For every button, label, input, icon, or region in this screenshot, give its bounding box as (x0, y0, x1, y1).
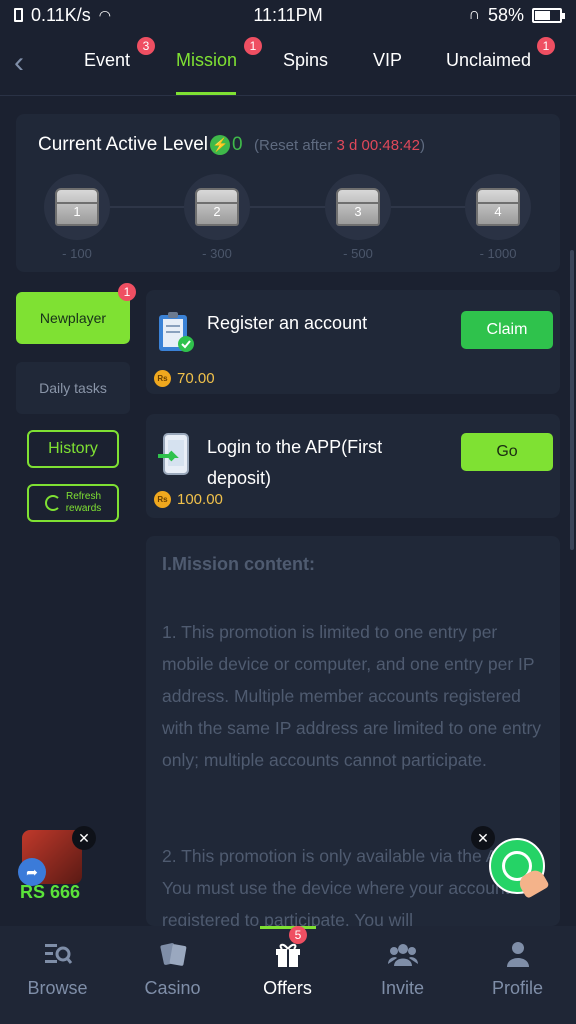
go-button[interactable]: Go (461, 433, 553, 471)
nav-label: Invite (380, 978, 425, 998)
battery-icon (532, 7, 565, 23)
nav-browse[interactable]: Browse (0, 926, 115, 1024)
tab-label: VIP (373, 50, 403, 70)
nav-offers[interactable]: Offers (230, 926, 345, 1024)
nav-label: Profile (491, 978, 544, 998)
sim-icon (14, 8, 23, 22)
nav-label: Casino (144, 978, 201, 998)
tab-unclaimed[interactable]: Unclaimed (446, 50, 531, 71)
offers-badge: 5 (289, 926, 307, 944)
refresh-label-line2: rewards (65, 503, 102, 514)
task-title: Register an account (207, 313, 368, 333)
refresh-rewards-button[interactable]: Refresh rewards (27, 484, 119, 522)
task-reward: Rs 100.00 (154, 491, 223, 508)
nav-casino[interactable]: Casino (115, 926, 230, 1024)
wifi-icon: ◠ (98, 6, 111, 23)
browse-icon (44, 944, 72, 964)
chest-level-3[interactable]: 3 (325, 174, 391, 240)
tab-vip[interactable]: VIP (373, 50, 402, 71)
tab-event-badge: 3 (137, 37, 155, 55)
reset-suffix: ) (419, 137, 425, 154)
task-title: Login to the APP(First deposit) (207, 437, 383, 488)
tab-mission[interactable]: Mission (176, 50, 237, 71)
chest-icon: 4 (476, 188, 520, 226)
chest-points: - 1000 (479, 246, 517, 261)
nav-profile[interactable]: Profile (460, 926, 575, 1024)
reward-amount: 100.00 (177, 491, 223, 508)
task-register: Register an account Rs 70.00 Claim (146, 290, 560, 394)
level-count: 0 (232, 134, 243, 155)
tab-label: Unclaimed (446, 50, 532, 70)
chest-points: - 300 (202, 246, 232, 261)
chest-icon: 1 (55, 188, 99, 226)
task-login-app: Login to the APP(First deposit) Rs 100.0… (146, 414, 560, 518)
mission-heading: I.Mission content: (162, 554, 315, 574)
newplayer-badge: 1 (118, 283, 136, 301)
scrollbar[interactable] (570, 250, 574, 550)
active-level-panel: Current Active Level ⚡ 0 (Reset after 3 d … (16, 114, 560, 272)
whatsapp-close-icon[interactable]: ✕ (471, 826, 495, 850)
chest-level-2[interactable]: 2 (184, 174, 250, 240)
tab-mission-badge: 1 (244, 37, 262, 55)
daily-tasks-button[interactable]: Daily tasks (16, 362, 130, 414)
level-progress-line (92, 206, 512, 208)
chest-icon: 2 (195, 188, 239, 226)
bottom-nav: Browse Casino Offers 5 Invite Profile (0, 926, 576, 1024)
battery-percent: 58% (487, 4, 524, 25)
casino-icon (159, 943, 186, 966)
tab-label: Mission (176, 50, 238, 70)
headset-icon: ∩ (468, 6, 480, 23)
chest-points: - 500 (343, 246, 373, 261)
tab-event[interactable]: Event (84, 50, 130, 71)
active-tab-indicator (176, 92, 236, 95)
claim-button[interactable]: Claim (461, 311, 553, 349)
nav-invite[interactable]: Invite (345, 926, 460, 1024)
status-bar: 0.11K/s ◠ 11:11PM ∩ 58% (0, 0, 576, 30)
promo-close-icon[interactable]: ✕ (72, 826, 96, 850)
refresh-label-line1: Refresh (65, 491, 101, 502)
clock: 11:11PM (253, 4, 323, 25)
top-nav: ‹ Event 3 Mission 1 Spins VIP Unclaimed … (0, 30, 576, 96)
refresh-icon (44, 495, 61, 511)
rupee-coin-icon: Rs (154, 491, 171, 508)
tab-unclaimed-badge: 1 (537, 37, 555, 55)
chest-icon: 3 (336, 188, 380, 226)
tab-spins[interactable]: Spins (283, 50, 328, 71)
reset-time: 3 d 00:48:42 (336, 137, 420, 154)
chest-level-4[interactable]: 4 (465, 174, 531, 240)
nav-label: Browse (27, 978, 88, 998)
tab-label: Spins (283, 50, 329, 70)
newplayer-button[interactable]: Newplayer (16, 292, 130, 344)
promo-text: RS 666 (20, 882, 81, 902)
reset-prefix: (Reset after (254, 137, 337, 154)
level-title: Current Active Level ⚡ 0 (38, 134, 243, 156)
network-speed: 0.11K/s (31, 4, 91, 25)
chest-points: - 100 (62, 246, 92, 261)
rupee-coin-icon: Rs (154, 370, 171, 387)
reward-amount: 70.00 (177, 370, 215, 387)
nav-label: Offers (263, 978, 312, 998)
invite-icon (387, 944, 418, 966)
profile-icon (506, 942, 529, 967)
reset-timer: (Reset after 3 d 00:48:42) (254, 137, 425, 154)
mission-rule-1: 1. This promotion is limited to one entr… (162, 622, 542, 770)
back-icon[interactable]: ‹ (14, 48, 38, 78)
level-title-text: Current Active Level (38, 134, 209, 155)
clipboard-icon (159, 312, 194, 352)
task-reward: Rs 70.00 (154, 370, 215, 387)
history-button[interactable]: History (27, 430, 119, 468)
chest-level-1[interactable]: 1 (44, 174, 110, 240)
tab-label: Event (84, 50, 131, 70)
bolt-icon: ⚡ (210, 134, 231, 155)
phone-login-icon (158, 433, 189, 475)
gift-icon (275, 943, 300, 967)
